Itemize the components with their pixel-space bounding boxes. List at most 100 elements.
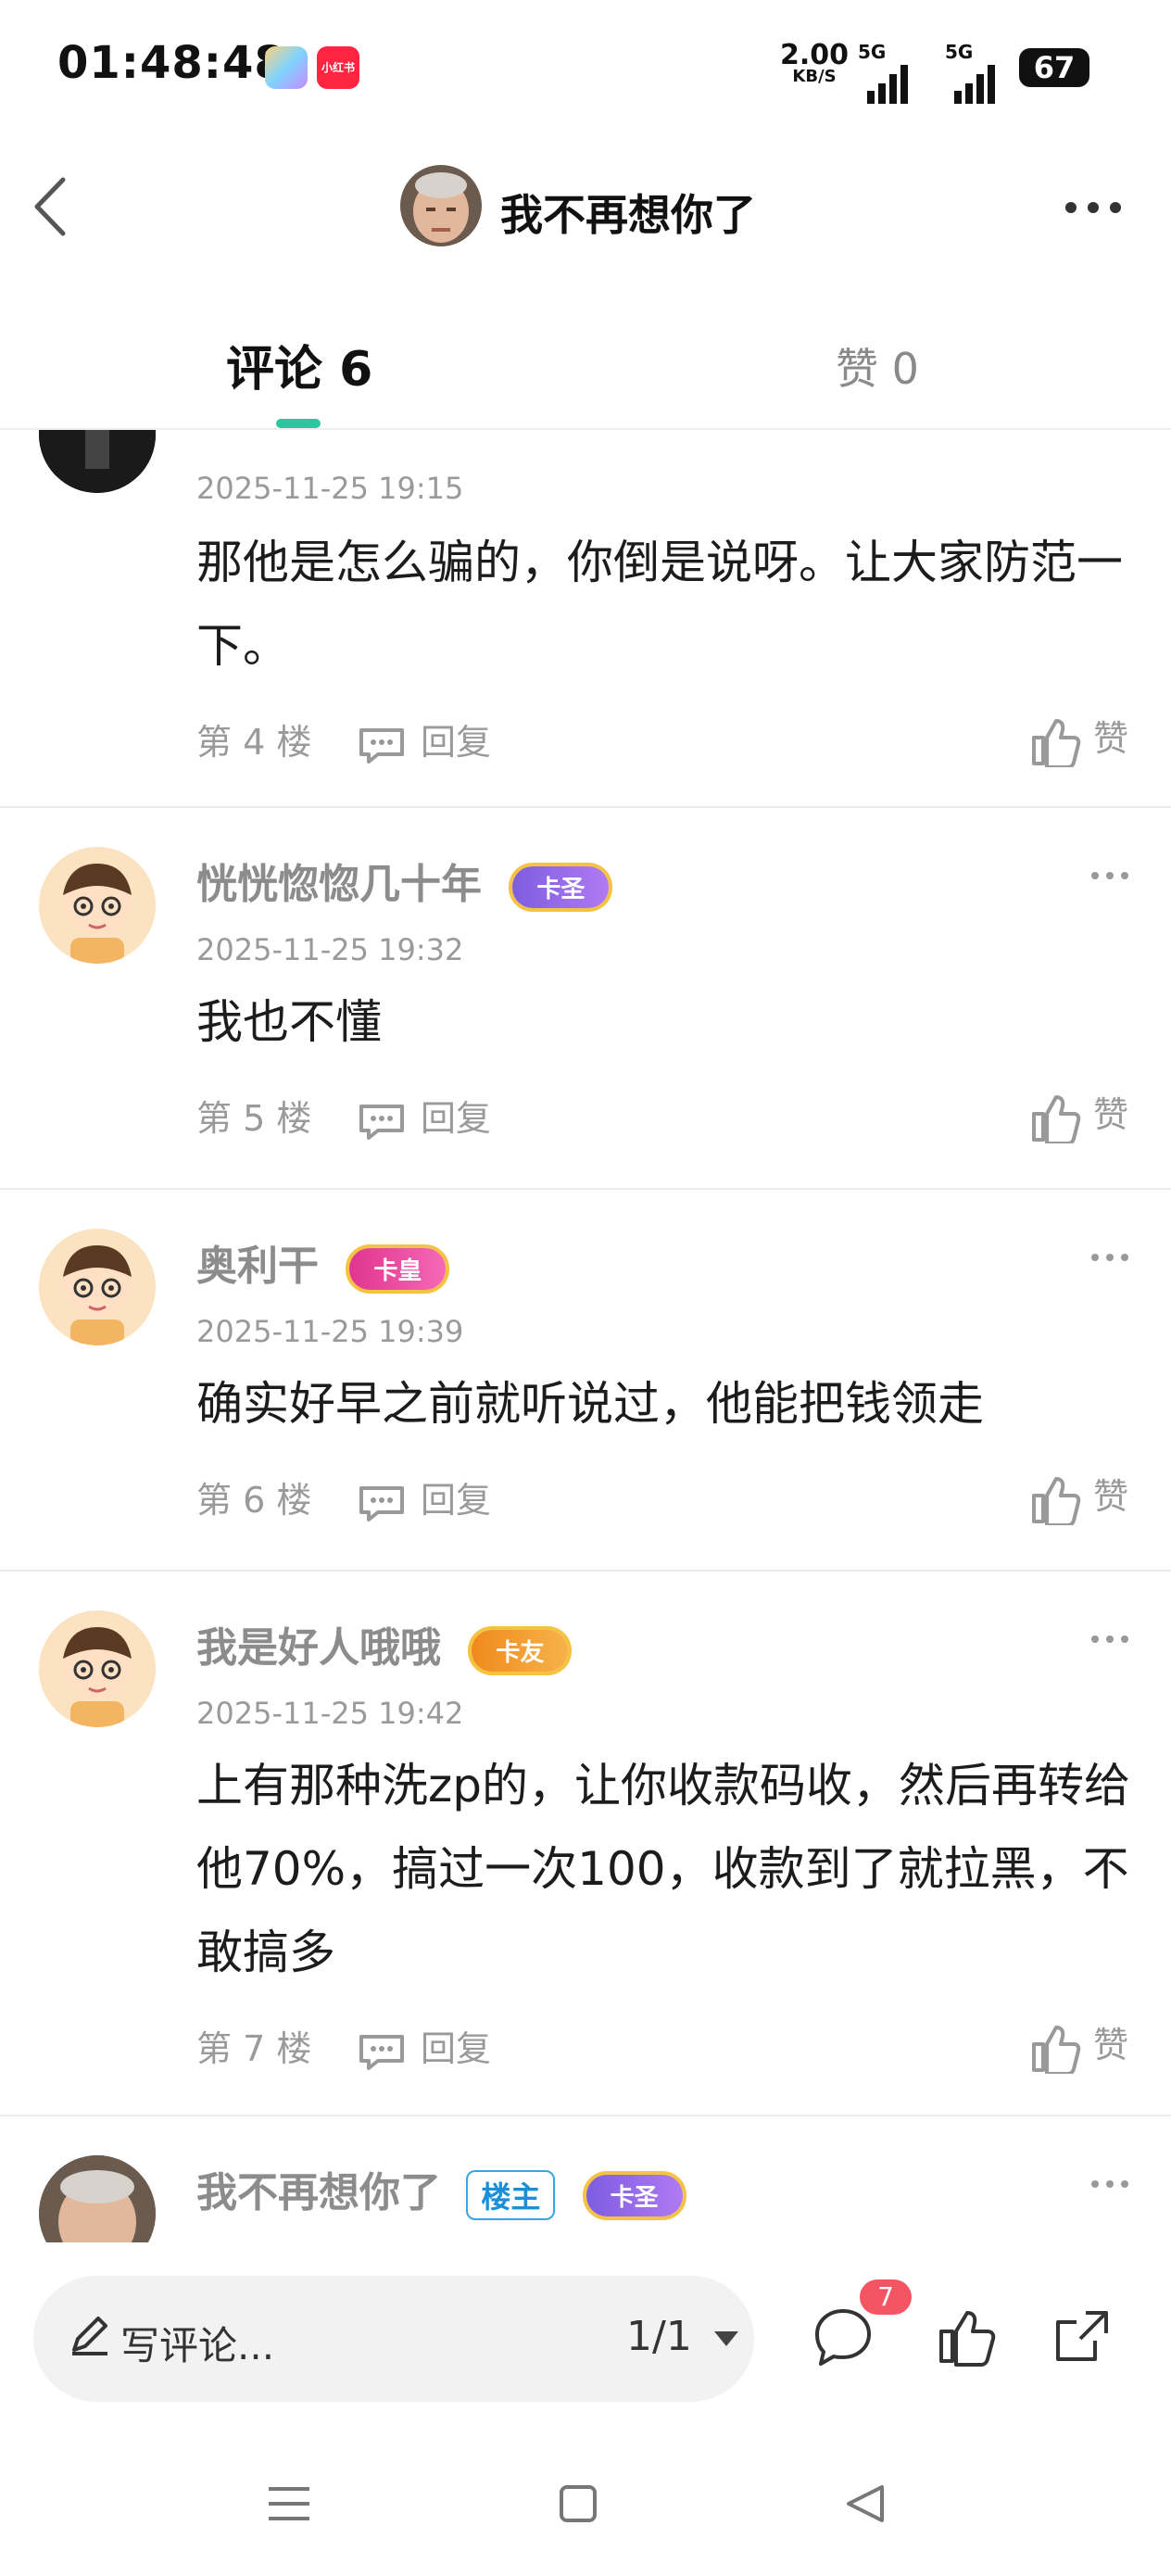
comment-text: 上有那种洗zp的，让你收款码收，然后再转给他70%，搞过一次100，收款到了就拉… [196,1759,1130,1979]
net-speed: 2.00 KB/S [780,42,849,85]
signal-2-label: 5G [945,41,974,63]
header-title: 我不再想你了 [500,190,756,240]
comment-floor: 第 4 楼 [196,722,312,763]
xiaohongshu-icon: 小红书 [317,46,359,89]
reply-label: 回复 [421,1098,492,1139]
comment-item: 我不再想你了 楼主 卡圣 [0,2116,1171,2242]
comment-item: 我是好人哦哦 卡友 2025-11-25 19:42 上有那种洗zp的，让你收款… [0,1572,1171,2115]
more-horizontal-icon [1091,2180,1128,2188]
level-badge: 卡圣 [586,2174,683,2216]
comment-count-badge: 7 [860,2279,912,2315]
reply-icon [359,2034,404,2070]
more-horizontal-icon [1091,872,1128,879]
signal-2: 5G [936,41,1001,109]
reply-label: 回复 [421,1480,492,1521]
comment-item: 奥利干 卡皇 2025-11-25 19:39 确实好早之前就听说过，他能把钱领… [0,1190,1171,1568]
more-horizontal-icon [1091,1254,1128,1261]
page-indicator[interactable]: 1/1 [626,2313,740,2360]
tab-active-indicator [276,419,321,428]
pencil-icon [67,2313,111,2361]
signal-bars-icon [954,65,995,104]
level-badge: 卡圣 [512,865,610,908]
like-button[interactable]: 赞 [1030,710,1129,769]
like-button[interactable]: 赞 [1030,2016,1129,2076]
avatar[interactable] [39,847,156,964]
comment-floor: 第 5 楼 [196,1098,312,1139]
like-label: 赞 [1093,2025,1129,2065]
status-bar: 01:48:48 小红书 2.00 KB/S 5G 5G 67 [0,0,1171,139]
comment-more-button[interactable] [1089,867,1130,885]
reply-icon [359,1485,404,1522]
reply-label: 回复 [421,2028,492,2069]
share-icon [1056,2311,1108,2361]
owner-tag: 楼主 [466,2170,556,2220]
signal-bars-icon [867,65,908,104]
like-label: 赞 [1093,1476,1129,1517]
like-button[interactable]: 赞 [1030,1468,1129,1527]
app-notification-icon [265,46,308,89]
back-button[interactable] [28,174,74,243]
nav-back-button[interactable] [843,2483,888,2528]
comment-username-text: 我不再想你了 [196,2169,441,2216]
comment-floor: 第 7 楼 [196,2028,312,2069]
avatar[interactable] [39,1229,156,1345]
thumbs-up-icon [1032,1094,1081,1145]
signal-1: 5G [858,41,913,109]
reply-button[interactable]: 回复 [356,2020,491,2072]
triangle-back-icon [847,2485,884,2522]
share-button[interactable] [1049,2304,1115,2374]
comment-date: 2025-11-25 19:15 [196,471,464,506]
comments-button[interactable] [810,2304,876,2374]
reply-button[interactable]: 回复 [356,1090,491,1142]
like-label: 赞 [1093,718,1129,759]
battery-icon: 67 [1019,48,1089,87]
chevron-left-icon [34,177,66,236]
like-post-button[interactable] [934,2304,1001,2374]
comment-item: 恍恍惚惚几十年 卡圣 2025-11-25 19:32 我也不懂 第 5 楼 回… [0,808,1171,1186]
comment-more-button[interactable] [1089,2176,1130,2193]
comment-username: 我是好人哦哦 卡友 [196,1614,569,1673]
comment-bubble-icon [815,2309,871,2366]
comment-date: 2025-11-25 19:39 [196,1314,464,1349]
more-horizontal-icon [1065,202,1121,213]
caret-down-icon [713,2331,738,2346]
comment-more-button[interactable] [1089,1249,1130,1267]
comment-item: 2025-11-25 19:15 那他是怎么骗的，你倒是说呀。让大家防范一下。 … [0,430,1171,804]
like-button[interactable]: 赞 [1030,1086,1129,1145]
page-indicator-text: 1/1 [626,2313,692,2360]
menu-icon [269,2487,309,2520]
nav-home-button[interactable] [558,2483,598,2528]
thumbs-up-icon [1032,2025,1081,2076]
reply-icon [359,1104,404,1140]
level-badge: 卡友 [472,1629,569,1672]
comment-date: 2025-11-25 19:32 [196,932,464,967]
thumbs-up-icon [1032,718,1081,769]
nav-menu-button[interactable] [267,2483,311,2528]
comment-more-button[interactable] [1089,1631,1130,1648]
reply-button[interactable]: 回复 [356,1471,491,1523]
comment-floor: 第 6 楼 [196,1480,312,1521]
avatar[interactable] [39,2155,156,2242]
comment-text: 我也不懂 [196,995,382,1049]
comment-text: 确实好早之前就听说过，他能把钱领走 [196,1377,984,1431]
comment-date: 2025-11-25 19:42 [196,1696,464,1731]
reply-button[interactable]: 回复 [356,713,491,765]
header-avatar[interactable] [400,165,482,246]
comment-username: 我不再想你了 楼主 卡圣 [196,2159,683,2220]
comment-text: 那他是怎么骗的，你倒是说呀。让大家防范一下。 [196,536,1123,673]
tab-likes[interactable]: 赞 0 [836,335,919,397]
thumbs-up-icon [1032,1476,1081,1527]
more-options-button[interactable] [1064,200,1123,219]
comment-username-text: 我是好人哦哦 [196,1624,441,1672]
level-badge: 卡皇 [349,1247,447,1290]
comment-username-text: 奥利干 [196,1243,319,1290]
status-time: 01:48:48 [57,37,286,89]
reply-label: 回复 [421,722,492,763]
tab-comments[interactable]: 评论 6 [226,330,372,399]
thumbs-up-icon [939,2311,996,2367]
write-comment-placeholder: 写评论... [120,2323,275,2368]
avatar[interactable] [39,1610,156,1727]
avatar[interactable] [39,430,156,493]
like-label: 赞 [1093,1094,1129,1135]
comment-username: 奥利干 卡皇 [196,1232,447,1292]
